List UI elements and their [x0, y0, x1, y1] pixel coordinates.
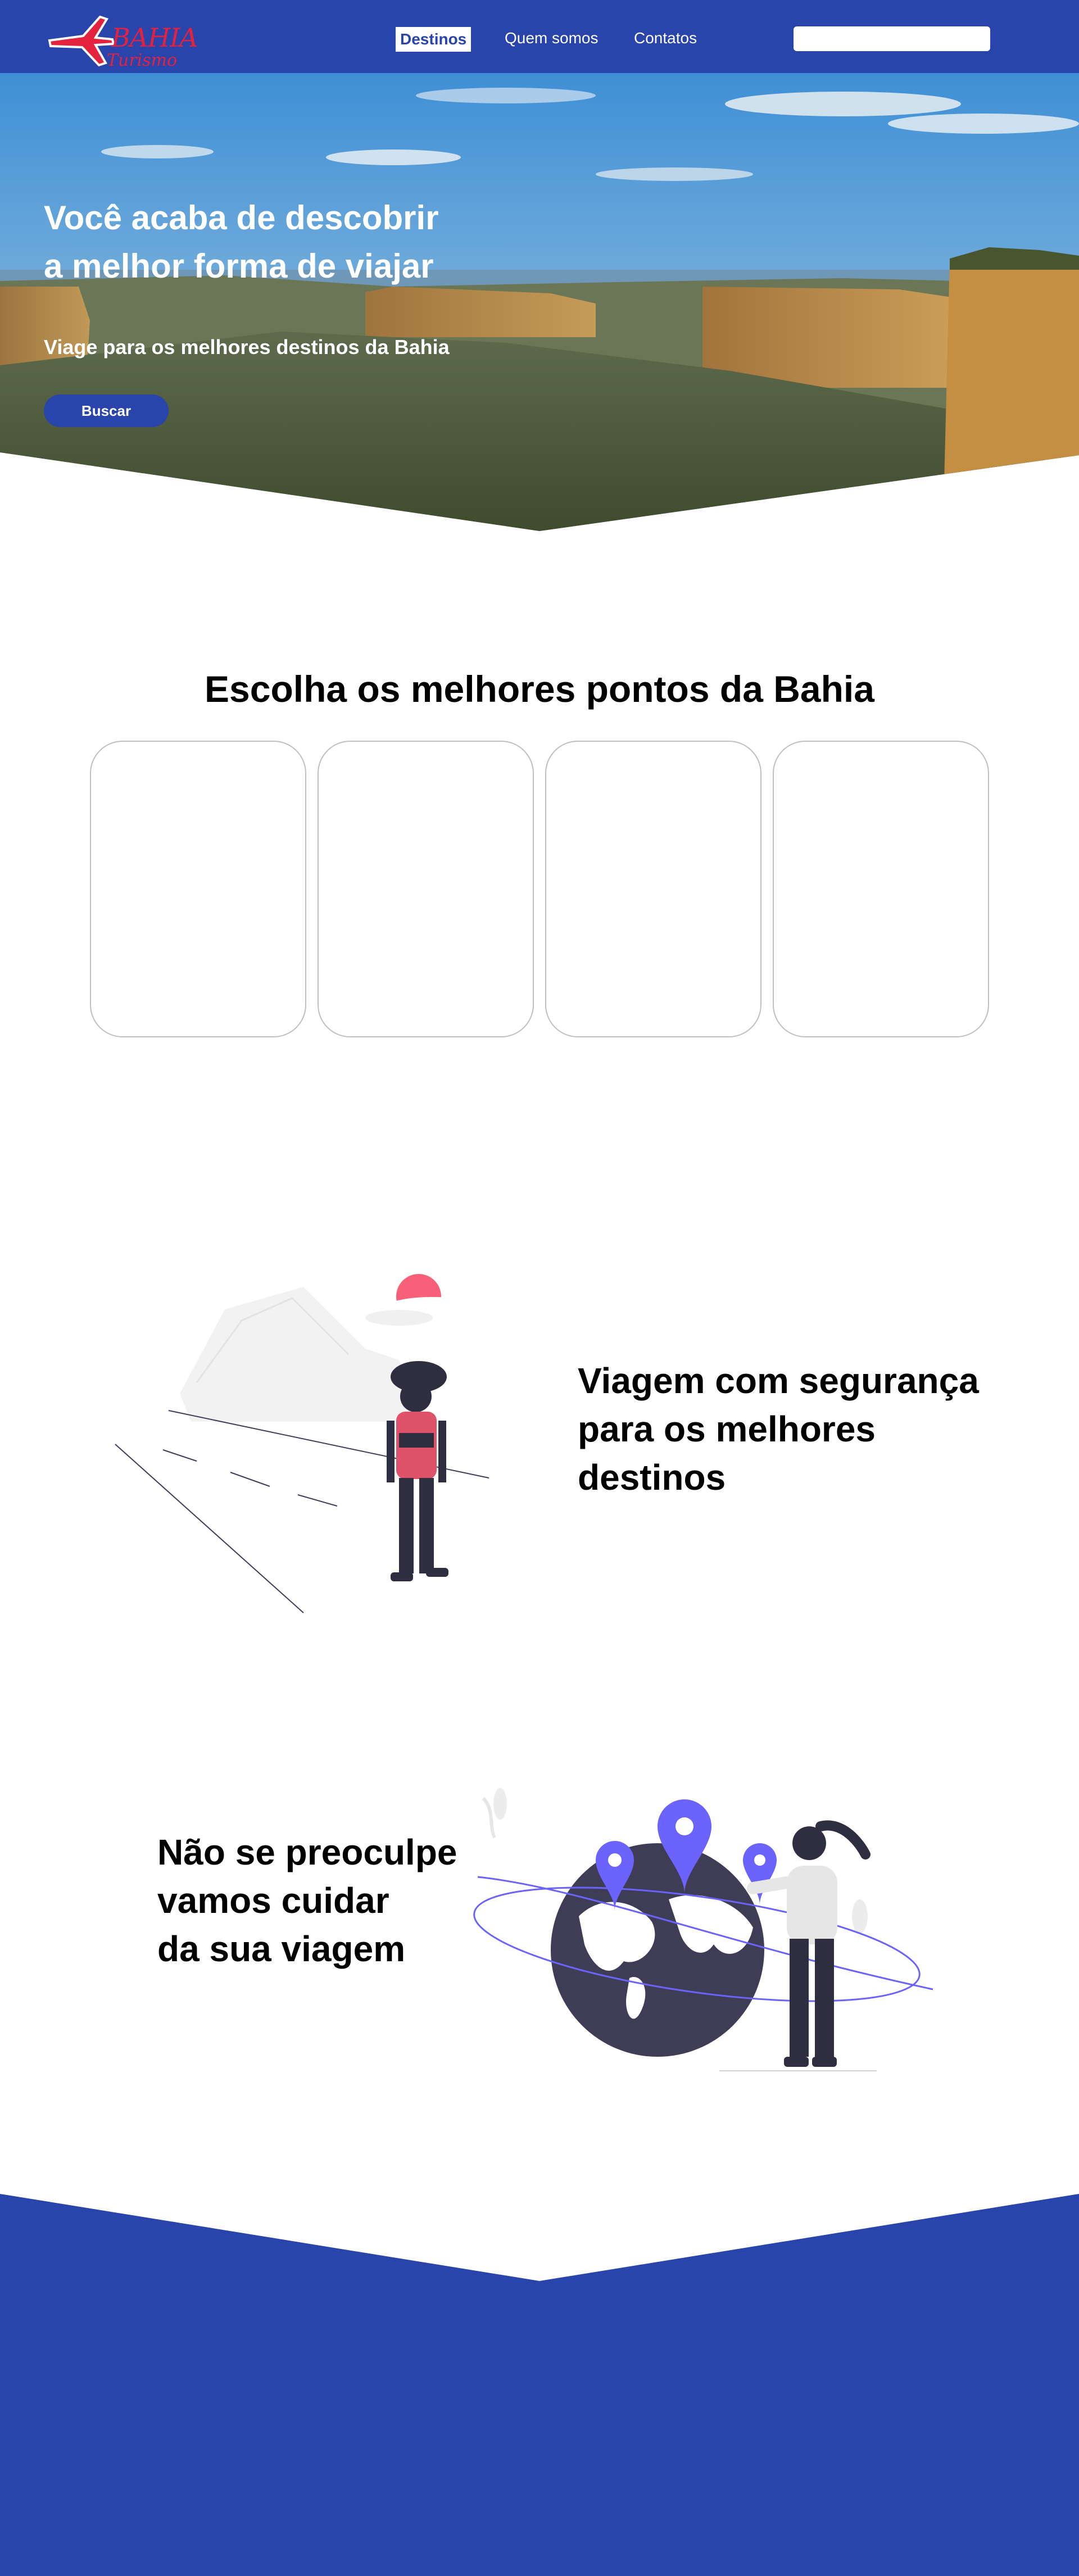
logo-word: BAHIA: [111, 22, 198, 53]
nav-link-contatos[interactable]: Contatos: [634, 27, 697, 49]
hero-section: Você acaba de descobrir a melhor forma d…: [0, 73, 1079, 532]
footer: [0, 2194, 1079, 2576]
logo-subtitle: Turismo: [107, 51, 178, 70]
nav-link-quem-somos[interactable]: Quem somos: [505, 27, 599, 49]
destination-card-3[interactable]: [545, 741, 761, 1037]
nav-link-destinos[interactable]: Destinos: [396, 27, 472, 52]
navbar: BAHIA Turismo Destinos Quem somos Contat…: [0, 0, 1079, 73]
search-input[interactable]: [794, 26, 990, 51]
world-map-pins-illustration: [473, 1788, 933, 2071]
feature-care-text: Não se preoculpe vamos cuidar da sua via…: [157, 1832, 457, 1969]
hero-subtitle: Viage para os melhores destinos da Bahia: [44, 335, 450, 359]
feature-safety-text: Viagem com segurança para os melhores de…: [578, 1360, 979, 1498]
search-button[interactable]: Buscar: [44, 394, 169, 427]
brand-logo[interactable]: BAHIA Turismo: [44, 7, 198, 70]
airplane-logo-icon: [48, 15, 115, 67]
hero-title: Você acaba de descobrir a melhor forma d…: [44, 199, 439, 285]
destination-card-1[interactable]: [90, 741, 306, 1037]
destination-card-2[interactable]: [318, 741, 534, 1037]
traveler-backpack-illustration: [115, 1274, 489, 1613]
destinations-title: Escolha os melhores pontos da Bahia: [205, 668, 874, 710]
hero-landscape-image: [0, 73, 1079, 531]
destination-card-4[interactable]: [773, 741, 989, 1037]
